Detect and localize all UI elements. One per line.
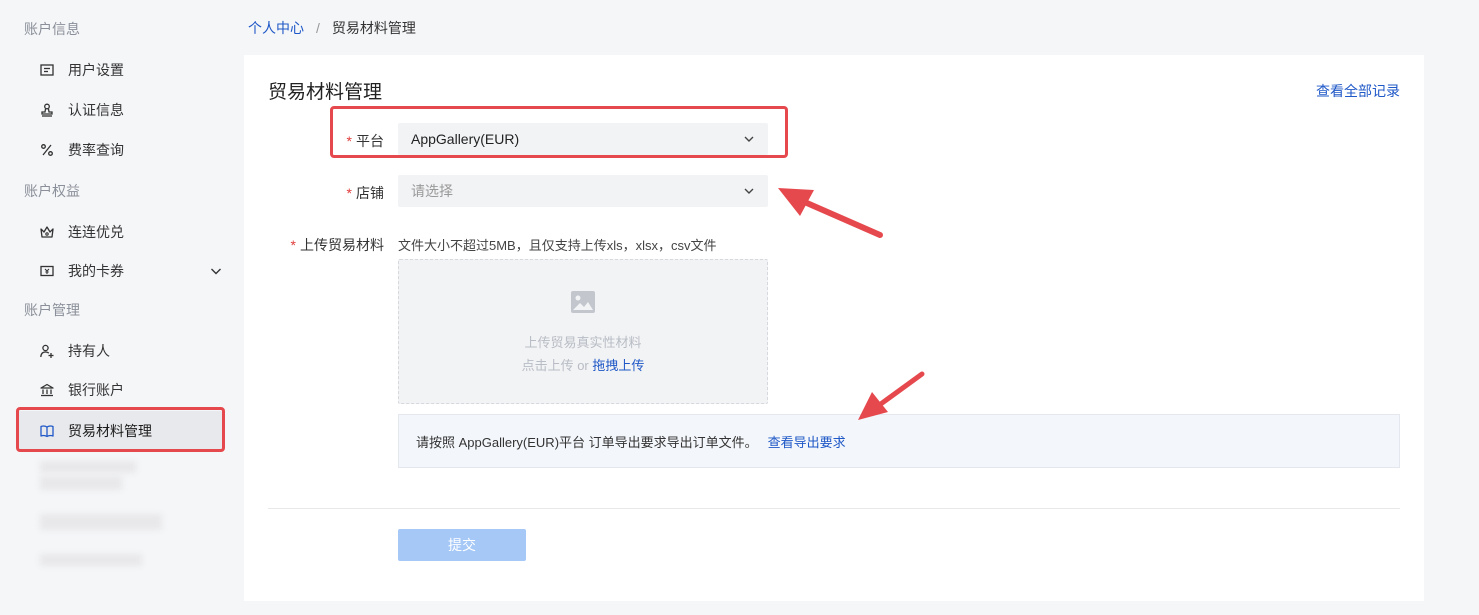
blurred-item <box>40 554 142 566</box>
required-mark: * <box>346 133 352 149</box>
percent-icon <box>39 142 55 158</box>
platform-label: * 平台 <box>346 133 384 149</box>
group-title-account-rights: 账户权益 <box>24 183 80 199</box>
upload-click-text[interactable]: 点击上传 <box>522 358 574 373</box>
image-icon <box>571 291 595 313</box>
sidebar-item-label: 我的卡券 <box>68 263 124 279</box>
breadcrumb-current: 贸易材料管理 <box>331 20 416 36</box>
stamp-icon <box>39 102 55 118</box>
sidebar-item-verification[interactable]: 认证信息 <box>17 90 224 130</box>
chevron-down-icon <box>744 188 754 194</box>
sidebar-item-holder[interactable]: 持有人 <box>17 331 224 371</box>
divider <box>268 508 1400 509</box>
store-select[interactable]: 请选择 <box>398 175 768 207</box>
crown-icon <box>39 224 55 240</box>
required-mark: * <box>290 237 296 253</box>
platform-select[interactable]: AppGallery(EUR) <box>398 123 768 155</box>
sidebar-item-label: 费率查询 <box>68 142 124 158</box>
sidebar-item-label: 认证信息 <box>68 102 124 118</box>
sidebar-item-label: 连连优兑 <box>68 224 124 240</box>
sidebar-item-trade-materials[interactable]: 贸易材料管理 <box>17 411 224 451</box>
upload-hint: 文件大小不超过5MB，且仅支持上传xls，xlsx，csv文件 <box>398 238 717 253</box>
chevron-down-icon <box>744 136 754 142</box>
notice-text: 请按照 AppGallery(EUR)平台 订单导出要求导出订单文件。 <box>416 434 758 450</box>
breadcrumb: 个人中心 / 贸易材料管理 <box>248 18 416 38</box>
store-select-placeholder: 请选择 <box>411 183 453 199</box>
sidebar-item-lianlian-exchange[interactable]: 连连优兑 <box>17 212 224 252</box>
sidebar-item-rate-query[interactable]: 费率查询 <box>17 130 224 170</box>
submit-button[interactable]: 提交 <box>398 529 526 561</box>
blurred-item <box>40 476 122 490</box>
book-icon <box>39 423 55 439</box>
page: 账户信息 用户设置 认证信息 费率查询 账户权益 连连优兑 我的卡券 账户管理 … <box>0 0 1479 615</box>
upload-drag-link[interactable]: 拖拽上传 <box>592 358 644 373</box>
main-card: 贸易材料管理 查看全部记录 * 平台 AppGallery(EUR) * 店铺 请选… <box>244 55 1424 601</box>
store-label: * 店铺 <box>346 185 384 201</box>
chevron-down-icon[interactable] <box>208 263 224 279</box>
bank-icon <box>39 382 55 398</box>
upload-label: * 上传贸易材料 <box>290 237 384 253</box>
id-card-icon <box>39 62 55 78</box>
view-export-requirements-link[interactable]: 查看导出要求 <box>768 432 846 451</box>
breadcrumb-home-link[interactable]: 个人中心 <box>248 18 304 38</box>
sidebar: 账户信息 用户设置 认证信息 费率查询 账户权益 连连优兑 我的卡券 账户管理 … <box>0 0 244 615</box>
group-title-account-management: 账户管理 <box>24 302 80 318</box>
sidebar-item-label: 用户设置 <box>68 62 124 78</box>
ticket-icon <box>39 263 55 279</box>
page-title: 贸易材料管理 <box>268 82 383 103</box>
platform-select-value: AppGallery(EUR) <box>411 131 520 147</box>
group-title-account-info: 账户信息 <box>24 21 80 37</box>
upload-title: 上传贸易真实性材料 <box>524 335 642 350</box>
sidebar-item-bank-account[interactable]: 银行账户 <box>17 370 224 410</box>
sidebar-item-label: 贸易材料管理 <box>68 423 152 439</box>
upload-actions: 点击上传 or 拖拽上传 <box>399 355 767 374</box>
sidebar-item-label: 持有人 <box>68 343 110 359</box>
breadcrumb-separator: / <box>316 20 320 36</box>
blurred-item <box>40 461 136 473</box>
blurred-item <box>40 514 162 530</box>
sidebar-item-user-settings[interactable]: 用户设置 <box>17 50 224 90</box>
sidebar-item-my-coupons[interactable]: 我的卡券 <box>17 251 224 291</box>
user-add-icon <box>39 343 55 359</box>
view-all-records-link[interactable]: 查看全部记录 <box>1316 81 1400 101</box>
sidebar-item-label: 银行账户 <box>68 382 124 398</box>
upload-dropzone[interactable]: 上传贸易真实性材料 点击上传 or 拖拽上传 <box>398 259 768 404</box>
upload-or-text: or <box>573 358 593 373</box>
export-notice: 请按照 AppGallery(EUR)平台 订单导出要求导出订单文件。 查看导出… <box>398 414 1400 468</box>
required-mark: * <box>346 185 352 201</box>
